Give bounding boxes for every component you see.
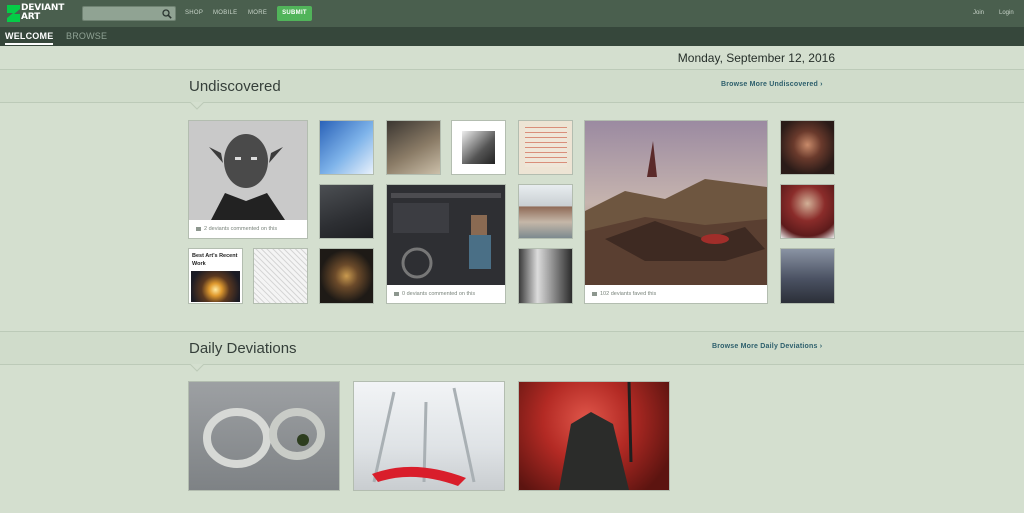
portrait-image xyxy=(189,121,307,220)
thumb-lineart-sketch[interactable] xyxy=(253,248,308,304)
join-link[interactable]: Join xyxy=(973,10,984,16)
battlefield-caption-text: 102 deviants faved this xyxy=(600,291,657,297)
portrait-caption-text: 2 deviants commented on this xyxy=(204,226,278,232)
submit-button[interactable]: SUBMIT xyxy=(277,6,312,21)
thumb-best-art[interactable]: Best Art's Recent Work xyxy=(188,248,243,304)
daily-deviations-header xyxy=(0,331,1024,365)
tab-bar: WELCOME BROWSE xyxy=(0,27,1024,46)
dark-knight-image xyxy=(559,382,633,490)
thumb-apartment-building[interactable] xyxy=(518,184,573,239)
section-notch-icon xyxy=(190,102,204,110)
thumb-sketch-paper[interactable] xyxy=(518,120,573,175)
workshop-caption-text: 0 deviants commented on this xyxy=(402,291,476,297)
page-date: Monday, September 12, 2016 xyxy=(677,51,835,65)
browse-more-daily-link[interactable]: Browse More Daily Deviations › xyxy=(712,343,822,350)
thumb-dark-city[interactable] xyxy=(780,248,835,304)
chevron-right-icon: › xyxy=(819,343,823,350)
login-link[interactable]: Login xyxy=(999,10,1014,16)
portrait-caption: 2 deviants commented on this xyxy=(189,220,307,238)
thumb-bw-photo[interactable] xyxy=(451,120,506,175)
thumb-fighters[interactable] xyxy=(386,120,441,175)
workshop-image xyxy=(387,185,505,285)
undiscovered-title: Undiscovered xyxy=(189,78,281,95)
section-notch-icon xyxy=(190,364,204,372)
deviantart-logo[interactable]: DEVIANT ART xyxy=(7,4,73,24)
search-input[interactable] xyxy=(82,6,176,21)
thumb-battlefield[interactable]: 102 deviants faved this xyxy=(584,120,768,304)
thumb-red-knight[interactable] xyxy=(780,184,835,239)
logo-text-line2: ART xyxy=(21,12,41,22)
daily-deviations-title: Daily Deviations xyxy=(189,340,297,357)
top-bar: DEVIANT ART SHOP MOBILE MORE SUBMIT Join… xyxy=(0,0,1024,27)
thumb-bw-girls[interactable] xyxy=(518,248,573,304)
thumb-portrait[interactable]: 2 deviants commented on this xyxy=(188,120,308,239)
nav-more[interactable]: MORE xyxy=(248,10,267,16)
browse-more-undiscovered-link[interactable]: Browse More Undiscovered › xyxy=(721,81,823,88)
thumb-snowy-forest[interactable] xyxy=(353,381,505,491)
thumb-blue-wolf[interactable] xyxy=(319,120,374,175)
comment-icon xyxy=(196,226,201,231)
tab-welcome[interactable]: WELCOME xyxy=(5,31,53,41)
nav-mobile[interactable]: MOBILE xyxy=(213,10,237,16)
active-tab-indicator xyxy=(5,43,53,45)
battlefield-image xyxy=(585,121,767,285)
browse-more-daily-label: Browse More Daily Deviations xyxy=(712,343,818,350)
best-art-image xyxy=(191,271,240,302)
deviantart-logo-icon xyxy=(7,5,20,22)
best-art-title: Best Art's Recent Work xyxy=(192,253,238,267)
thumb-dark-knight[interactable] xyxy=(518,381,670,491)
star-icon xyxy=(592,291,597,296)
workshop-caption: 0 deviants commented on this xyxy=(387,285,505,303)
thumb-robot[interactable] xyxy=(319,248,374,304)
tab-browse[interactable]: BROWSE xyxy=(66,31,107,41)
nav-shop[interactable]: SHOP xyxy=(185,10,203,16)
thumb-warrior-woman[interactable] xyxy=(780,120,835,175)
thumb-dark-storm[interactable] xyxy=(319,184,374,239)
silver-rings-image xyxy=(203,408,325,468)
search-icon[interactable] xyxy=(162,9,172,19)
bw-photo-image xyxy=(462,131,495,164)
snowy-forest-image xyxy=(372,387,476,486)
undiscovered-header xyxy=(0,69,1024,103)
browse-more-undiscovered-label: Browse More Undiscovered xyxy=(721,81,818,88)
comment-icon xyxy=(394,291,399,296)
sketch-paper-image xyxy=(525,127,567,167)
chevron-right-icon: › xyxy=(820,81,823,88)
thumb-silver-rings[interactable] xyxy=(188,381,340,491)
battlefield-caption: 102 deviants faved this xyxy=(585,285,767,303)
thumb-workshop[interactable]: 0 deviants commented on this xyxy=(386,184,506,304)
